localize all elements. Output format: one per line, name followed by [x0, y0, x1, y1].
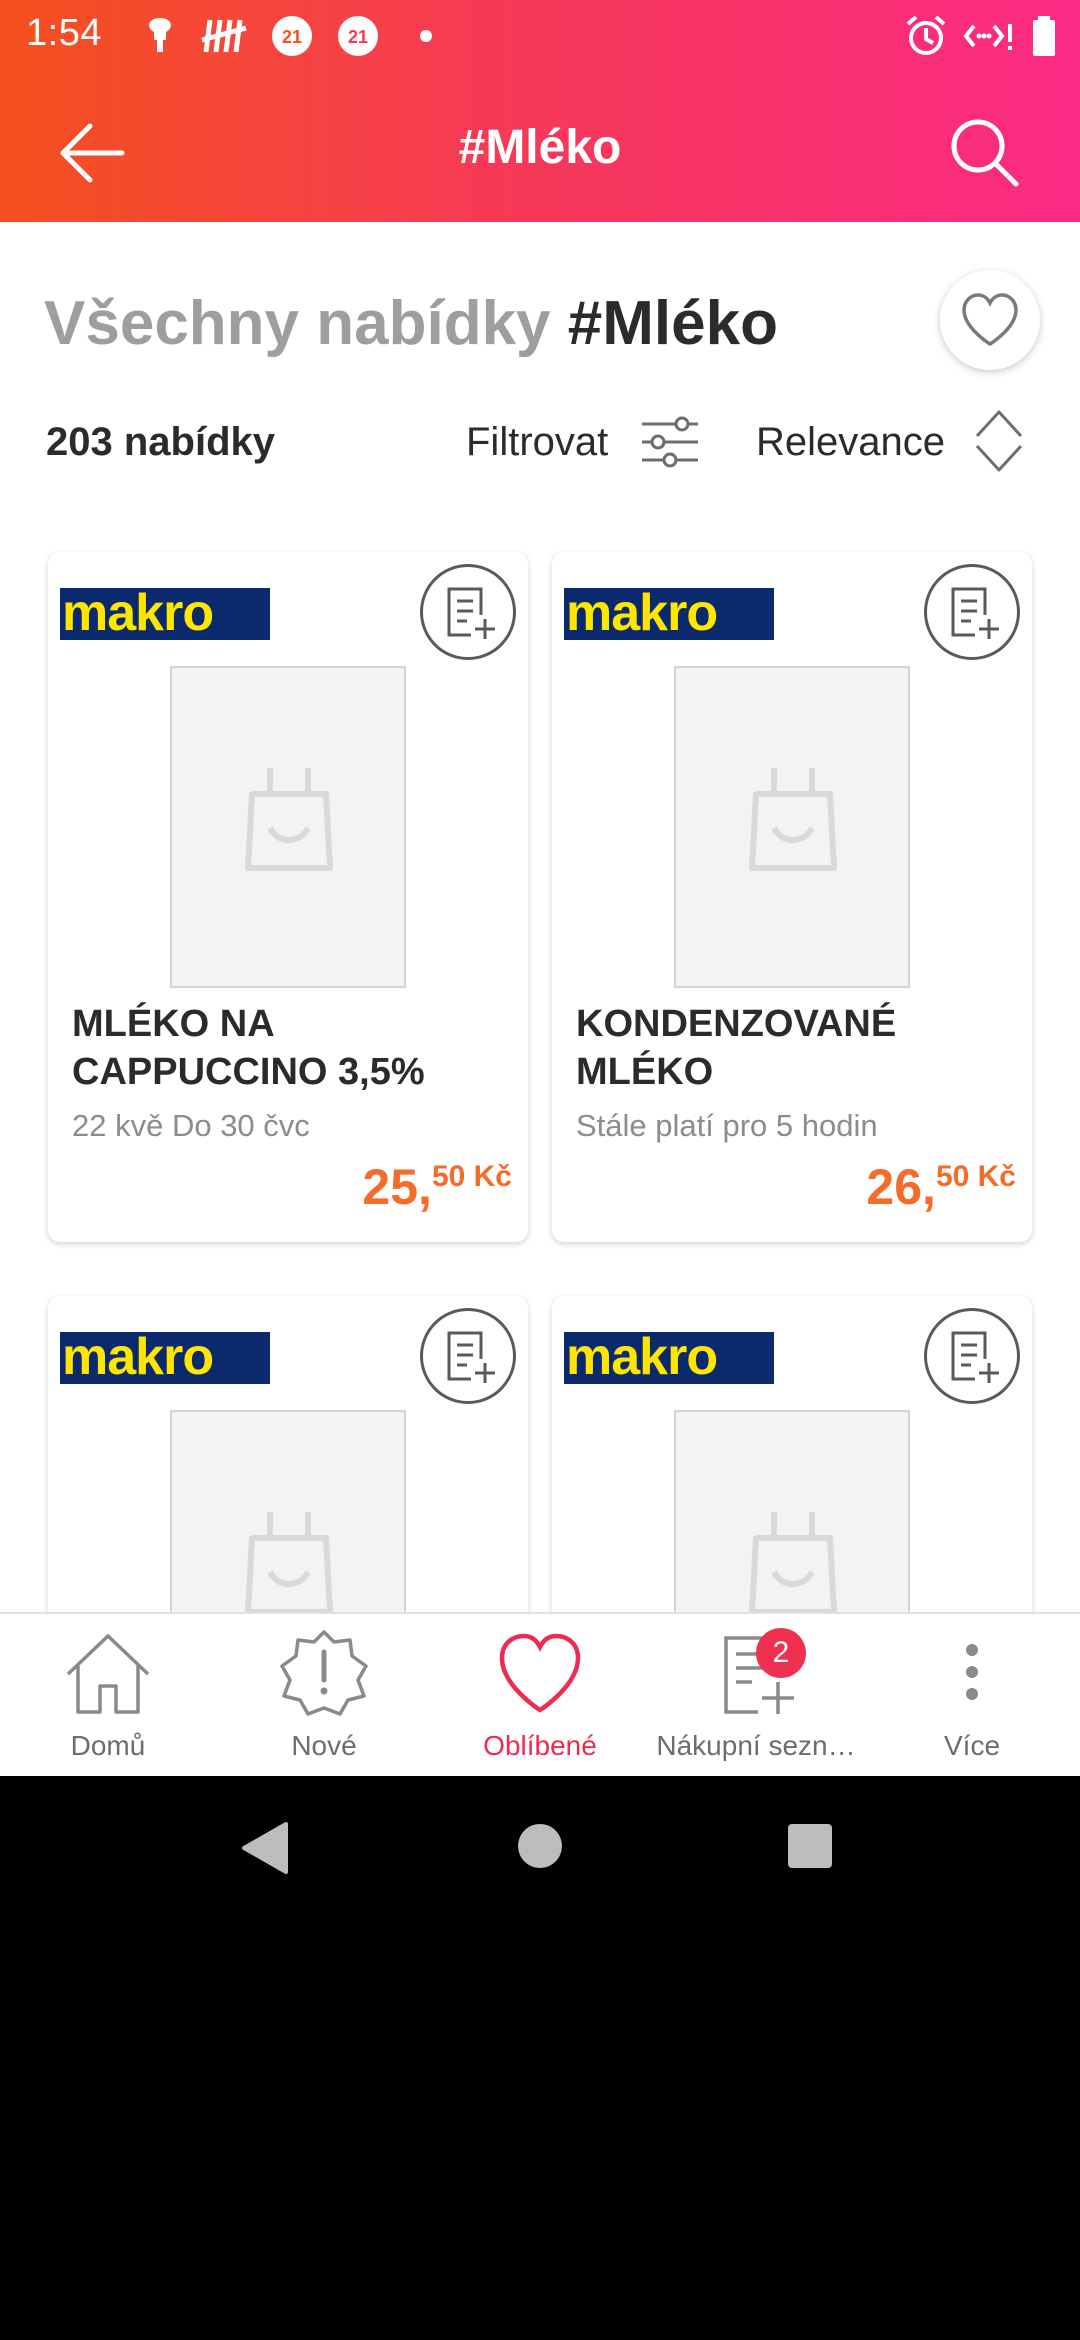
heart-outline-icon	[962, 293, 1018, 347]
status-bar: 1:54 21 21	[0, 0, 1080, 72]
add-to-list-button[interactable]	[924, 564, 1020, 660]
system-home-icon[interactable]	[516, 1822, 564, 1870]
shopping-bag-icon	[749, 768, 837, 871]
dot-icon	[420, 30, 432, 42]
nav-item-more[interactable]: Více	[864, 1614, 1080, 1776]
calendar-21-icon: 21	[272, 16, 312, 56]
offer-price: 25,50 Kč	[362, 1158, 512, 1216]
add-to-list-button[interactable]	[420, 1308, 516, 1404]
bottom-navigation: Domů Nové Oblíbené 2 Nákupní sezn… Více	[0, 1612, 1080, 1776]
tally-icon	[201, 19, 247, 53]
price-main: 26,	[866, 1159, 936, 1215]
heart-icon	[499, 1633, 581, 1713]
product-image-placeholder	[170, 666, 406, 988]
calendar-21-icon: 21	[338, 16, 378, 56]
more-vert-icon	[966, 1644, 978, 1700]
offer-card[interactable]: makro KONDENZOVANÉ MLÉKO Stále platí pro…	[552, 552, 1032, 1242]
screen: 1:54 21 21 #Mléko Všechny nabídky #Mléko…	[0, 0, 1080, 1776]
shopping-bag-icon	[245, 1512, 333, 1615]
nav-label: Domů	[70, 1730, 146, 1761]
retailer-logo: makro	[60, 587, 270, 640]
home-icon	[66, 1634, 150, 1714]
offer-validity: 22 kvě Do 30 čvc	[72, 1108, 310, 1143]
nav-item-new[interactable]: Nové	[216, 1614, 432, 1776]
nav-label: Nákupní sezn…	[656, 1730, 856, 1761]
price-main: 25,	[362, 1159, 432, 1215]
price-cents: 50 Kč	[935, 1160, 1016, 1193]
add-to-list-button[interactable]	[420, 564, 516, 660]
offer-count: 203 nabídky	[46, 420, 276, 464]
nav-label: Oblíbené	[483, 1730, 597, 1761]
retailer-logo: makro	[564, 587, 774, 640]
shopping-bag-icon	[749, 1512, 837, 1615]
product-image-placeholder	[674, 666, 910, 988]
retailer-logo: makro	[564, 1331, 774, 1384]
page-title: #Mléko	[458, 121, 622, 174]
heading-tag: #Mléko	[567, 289, 778, 358]
app-header: 1:54 21 21 #Mléko	[0, 0, 1080, 222]
favorite-tag-button[interactable]	[940, 270, 1040, 370]
system-back-icon[interactable]	[240, 1820, 290, 1876]
add-to-list-button[interactable]	[924, 1308, 1020, 1404]
nav-item-home[interactable]: Domů	[0, 1614, 216, 1776]
price-cents: 50 Kč	[431, 1160, 512, 1193]
offer-card[interactable]: makro MLÉKO NA CAPPUCCINO 3,5% 22 kvě Do…	[48, 552, 528, 1242]
offer-price: 26,50 Kč	[866, 1158, 1016, 1216]
data-saver-icon	[963, 24, 1012, 50]
heading-prefix: Všechny nabídky	[44, 289, 568, 358]
nav-item-favorites[interactable]: Oblíbené	[432, 1614, 648, 1776]
new-badge-icon	[280, 1630, 368, 1716]
svg-text:21: 21	[282, 27, 302, 47]
nav-item-shopping-list[interactable]: 2 Nákupní sezn…	[648, 1614, 864, 1776]
offers-heading: Všechny nabídky #Mléko	[44, 288, 778, 359]
offer-validity: Stále platí pro 5 hodin	[576, 1108, 878, 1143]
add-to-list-icon	[951, 587, 999, 639]
filter-sliders-icon[interactable]	[640, 414, 700, 470]
add-to-list-icon	[447, 587, 495, 639]
svg-text:21: 21	[348, 27, 368, 47]
nav-label: Více	[943, 1730, 1001, 1761]
sort-button[interactable]: Relevance	[756, 420, 945, 465]
alarm-icon	[906, 15, 946, 55]
filter-button[interactable]: Filtrovat	[466, 420, 608, 465]
add-to-list-icon	[951, 1331, 999, 1383]
system-navigation-bar	[0, 1776, 1080, 1916]
retailer-logo: makro	[60, 1331, 270, 1384]
sort-chevrons-icon[interactable]	[974, 408, 1024, 474]
battery-icon	[1033, 16, 1055, 56]
search-icon[interactable]	[948, 116, 1020, 188]
offer-title: KONDENZOVANÉ MLÉKO	[576, 1003, 897, 1093]
shopping-bag-icon	[245, 768, 333, 871]
add-to-list-icon	[447, 1331, 495, 1383]
shopping-list-badge: 2	[756, 1628, 806, 1678]
system-recents-icon[interactable]	[786, 1822, 834, 1870]
notification-icon	[149, 18, 171, 52]
nav-label: Nové	[291, 1730, 357, 1761]
offer-title: MLÉKO NA CAPPUCCINO 3,5%	[72, 1003, 425, 1093]
status-time: 1:54	[26, 12, 102, 54]
